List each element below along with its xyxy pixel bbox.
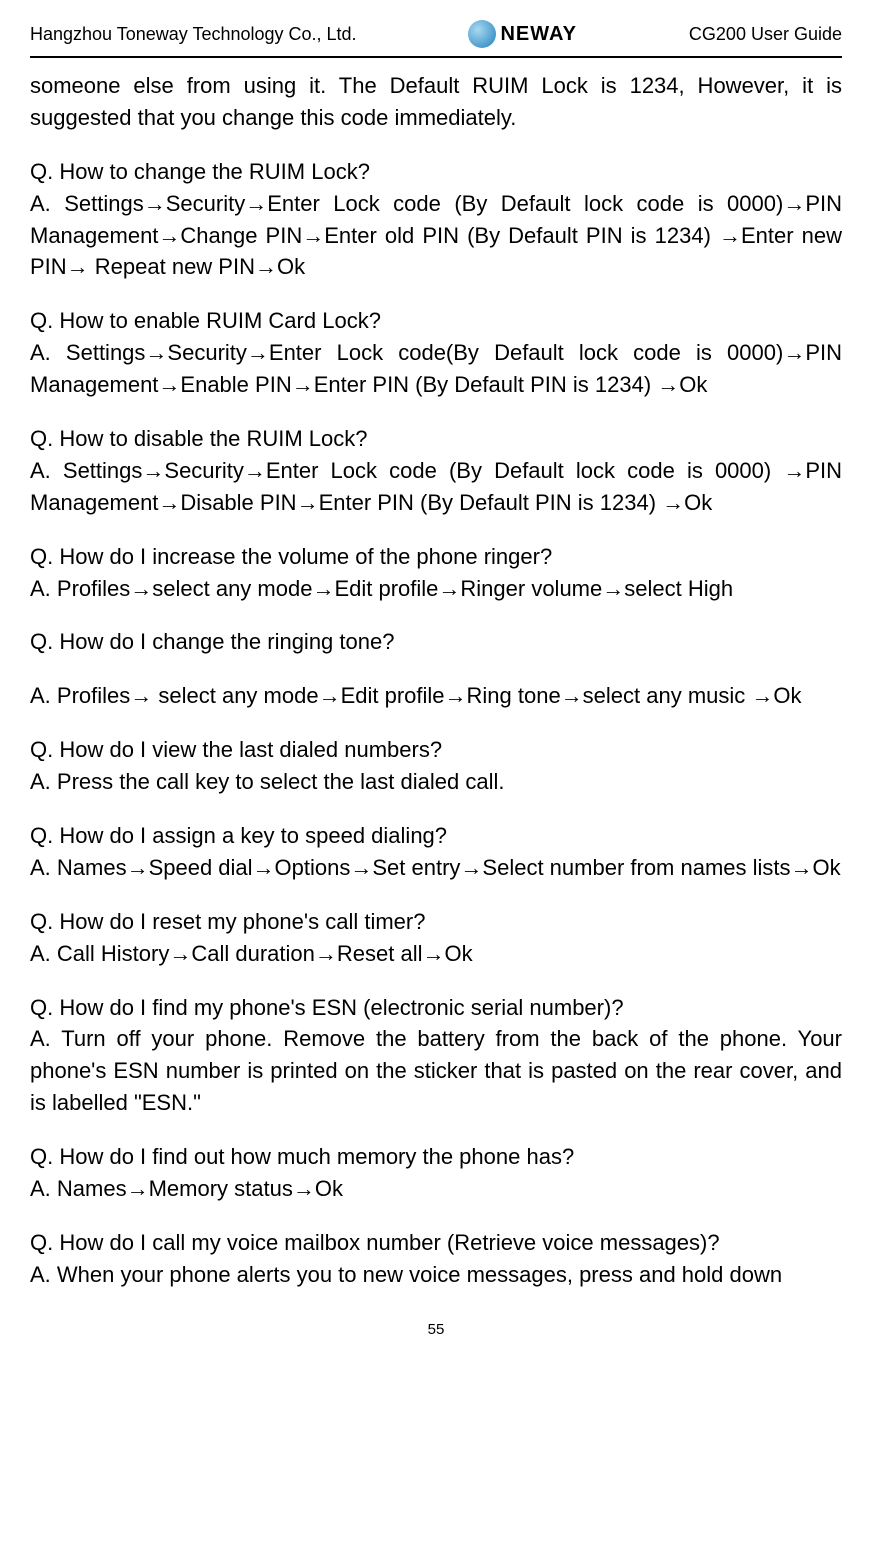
qa-item: Q. How do I reset my phone's call timer?… — [30, 906, 842, 970]
answer: A. Profiles→ select any mode→Edit profil… — [30, 680, 842, 712]
question: Q. How to change the RUIM Lock? — [30, 156, 842, 188]
intro-text: someone else from using it. The Default … — [30, 73, 842, 130]
qa-item: Q. How do I find my phone's ESN (electro… — [30, 992, 842, 1120]
answer: A. Names→Memory status→Ok — [30, 1173, 842, 1205]
answer: A. Press the call key to select the last… — [30, 766, 842, 798]
question: Q. How do I view the last dialed numbers… — [30, 734, 842, 766]
question: Q. How do I change the ringing tone? — [30, 626, 842, 658]
answer: A. When your phone alerts you to new voi… — [30, 1259, 842, 1291]
page-header: Hangzhou Toneway Technology Co., Ltd. NE… — [30, 20, 842, 58]
qa-item: Q. How do I view the last dialed numbers… — [30, 734, 842, 798]
company-name: Hangzhou Toneway Technology Co., Ltd. — [30, 24, 357, 45]
logo: NEWAY — [468, 20, 577, 48]
answer: A. Settings→Security→Enter Lock code (By… — [30, 188, 842, 284]
qa-item: Q. How to enable RUIM Card Lock? A. Sett… — [30, 305, 842, 401]
question: Q. How do I find my phone's ESN (electro… — [30, 992, 842, 1024]
answer: A. Settings→Security→Enter Lock code (By… — [30, 455, 842, 519]
qa-item: Q. How to change the RUIM Lock? A. Setti… — [30, 156, 842, 284]
qa-item: Q. How do I assign a key to speed dialin… — [30, 820, 842, 884]
page-number: 55 — [30, 1321, 842, 1338]
answer: A. Profiles→select any mode→Edit profile… — [30, 573, 842, 605]
question: Q. How do I assign a key to speed dialin… — [30, 820, 842, 852]
question: Q. How do I call my voice mailbox number… — [30, 1227, 842, 1259]
question: Q. How do I increase the volume of the p… — [30, 541, 842, 573]
logo-globe-icon — [468, 20, 496, 48]
qa-item: Q. How do I change the ringing tone? A. … — [30, 626, 842, 712]
qa-item: Q. How do I find out how much memory the… — [30, 1141, 842, 1205]
qa-item: Q. How do I call my voice mailbox number… — [30, 1227, 842, 1291]
document-content: someone else from using it. The Default … — [30, 70, 842, 1291]
guide-title: CG200 User Guide — [689, 24, 842, 45]
logo-text: NEWAY — [500, 23, 577, 46]
question: Q. How do I reset my phone's call timer? — [30, 906, 842, 938]
intro-paragraph: someone else from using it. The Default … — [30, 70, 842, 134]
question: Q. How to enable RUIM Card Lock? — [30, 305, 842, 337]
answer: A. Turn off your phone. Remove the batte… — [30, 1023, 842, 1119]
qa-item: Q. How do I increase the volume of the p… — [30, 541, 842, 605]
question: Q. How to disable the RUIM Lock? — [30, 423, 842, 455]
question: Q. How do I find out how much memory the… — [30, 1141, 842, 1173]
qa-item: Q. How to disable the RUIM Lock? A. Sett… — [30, 423, 842, 519]
answer: A. Names→Speed dial→Options→Set entry→Se… — [30, 852, 842, 884]
answer: A. Settings→Security→Enter Lock code(By … — [30, 337, 842, 401]
answer: A. Call History→Call duration→Reset all→… — [30, 938, 842, 970]
